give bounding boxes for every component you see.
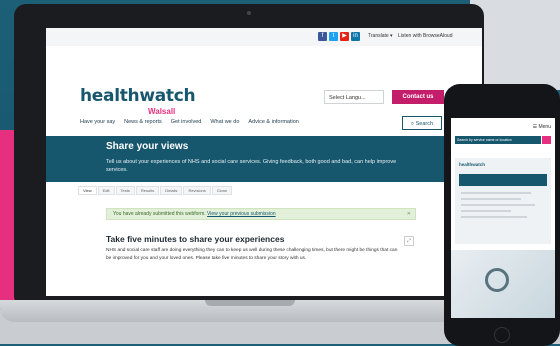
tab-edit[interactable]: Edit: [97, 186, 115, 195]
nav-news-reports[interactable]: News & reports: [124, 119, 162, 125]
logo-subtitle: Walsall: [148, 107, 176, 116]
phone-text-line: [461, 198, 521, 200]
translate-link[interactable]: Translate ▾: [368, 33, 393, 39]
phone-hero-bar: [459, 174, 547, 186]
phone-screen: ☰ Menu Search by service name or locatio…: [451, 118, 555, 318]
phone-text-line: [461, 216, 527, 218]
admin-tabs: View Edit Tests Results Details Revision…: [78, 186, 233, 195]
utility-bar: f t ▶ in Translate ▾ Listen with BrowseA…: [46, 28, 482, 46]
social-links: f t ▶ in: [318, 32, 360, 41]
contact-button[interactable]: Contact us: [392, 90, 444, 104]
status-message: You have already submitted this webform.…: [106, 208, 416, 220]
page-title: Share your views: [106, 141, 189, 152]
search-button[interactable]: ⌕ Search: [402, 116, 442, 130]
phone-search-button[interactable]: [542, 136, 551, 144]
laptop: f t ▶ in Translate ▾ Listen with BrowseA…: [14, 4, 484, 308]
twitter-icon[interactable]: t: [329, 32, 338, 41]
language-select[interactable]: Select Langu...: [324, 90, 384, 104]
section-heading: Take five minutes to share your experien…: [106, 234, 285, 244]
phone-embedded-page: [455, 158, 551, 244]
nav-get-involved[interactable]: Get involved: [171, 119, 202, 125]
expand-icon[interactable]: ⤢: [404, 236, 414, 246]
section-body: NHS and social care staff are doing ever…: [106, 248, 398, 261]
youtube-icon[interactable]: ▶: [340, 32, 349, 41]
phone-text-line: [461, 210, 511, 212]
hero-description: Tell us about your experiences of NHS an…: [106, 159, 397, 173]
search-icon: ⌕: [410, 121, 415, 127]
site-logo[interactable]: healthwatch: [80, 86, 196, 106]
linkedin-icon[interactable]: in: [351, 32, 360, 41]
phone-menu-button[interactable]: ☰ Menu: [533, 124, 551, 130]
search-label: Search: [415, 121, 434, 127]
nav-advice-information[interactable]: Advice & information: [248, 119, 298, 125]
phone-text-line: [461, 204, 535, 206]
facebook-icon[interactable]: f: [318, 32, 327, 41]
phone-home-button: [494, 327, 510, 343]
tab-details[interactable]: Details: [160, 186, 183, 195]
main-nav: Have your say News & reports Get involve…: [80, 119, 299, 125]
nav-what-we-do[interactable]: What we do: [210, 119, 239, 125]
tab-revisions[interactable]: Revisions: [183, 186, 211, 195]
laptop-camera: [247, 11, 251, 15]
tab-results[interactable]: Results: [135, 186, 160, 195]
laptop-screen: f t ▶ in Translate ▾ Listen with BrowseA…: [46, 28, 482, 296]
previous-submission-link[interactable]: View your previous submission: [207, 211, 276, 217]
phone-logo: healthwatch: [459, 162, 486, 167]
tab-clone[interactable]: Clone: [211, 186, 233, 195]
close-icon[interactable]: ✕: [407, 209, 411, 220]
nav-have-your-say[interactable]: Have your say: [80, 119, 115, 125]
tab-tests[interactable]: Tests: [115, 186, 135, 195]
phone: ☰ Menu Search by service name or locatio…: [444, 84, 560, 346]
tab-view[interactable]: View: [78, 186, 97, 195]
stethoscope-icon: [485, 268, 509, 292]
browsealoud-link[interactable]: Listen with BrowseAloud: [398, 33, 452, 39]
phone-search-input[interactable]: Search by service name or location: [455, 136, 541, 144]
laptop-notch: [205, 300, 295, 306]
phone-text-line: [461, 192, 531, 194]
status-text: You have already submitted this webform.: [113, 211, 208, 217]
hero-banner: Share your views Tell us about your expe…: [46, 136, 482, 182]
